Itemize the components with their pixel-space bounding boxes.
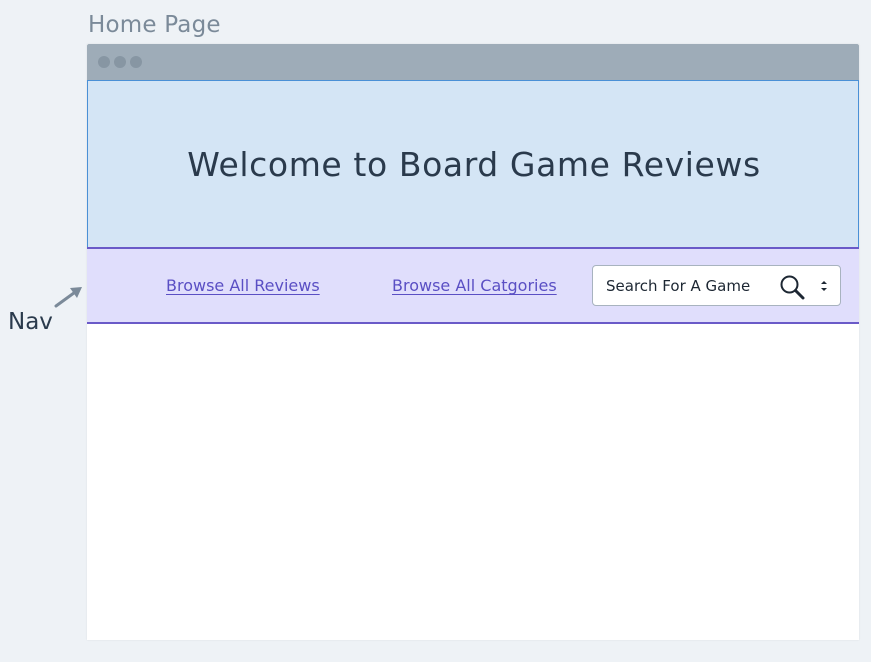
search-game-label: Search For A Game (606, 277, 751, 295)
browse-all-reviews-link[interactable]: Browse All Reviews (166, 276, 320, 295)
window-dot-icon[interactable] (114, 56, 126, 68)
arrow-icon (54, 287, 82, 308)
browser-titlebar (87, 44, 859, 80)
search-icon[interactable] (779, 274, 805, 300)
stepper-icon[interactable] (819, 279, 829, 293)
window-dot-icon[interactable] (98, 56, 110, 68)
page-label: Home Page (88, 12, 221, 38)
nav-bar: Browse All Reviews Browse All Catgories … (87, 247, 859, 324)
browser-window: Welcome to Board Game Reviews Browse All… (87, 44, 859, 640)
nav-annotation-label: Nav (8, 309, 53, 335)
hero-banner: Welcome to Board Game Reviews (87, 80, 859, 248)
hero-title: Welcome to Board Game Reviews (187, 145, 761, 184)
window-dot-icon[interactable] (130, 56, 142, 68)
browse-all-categories-link[interactable]: Browse All Catgories (392, 276, 557, 295)
search-game-select[interactable]: Search For A Game (592, 265, 841, 306)
